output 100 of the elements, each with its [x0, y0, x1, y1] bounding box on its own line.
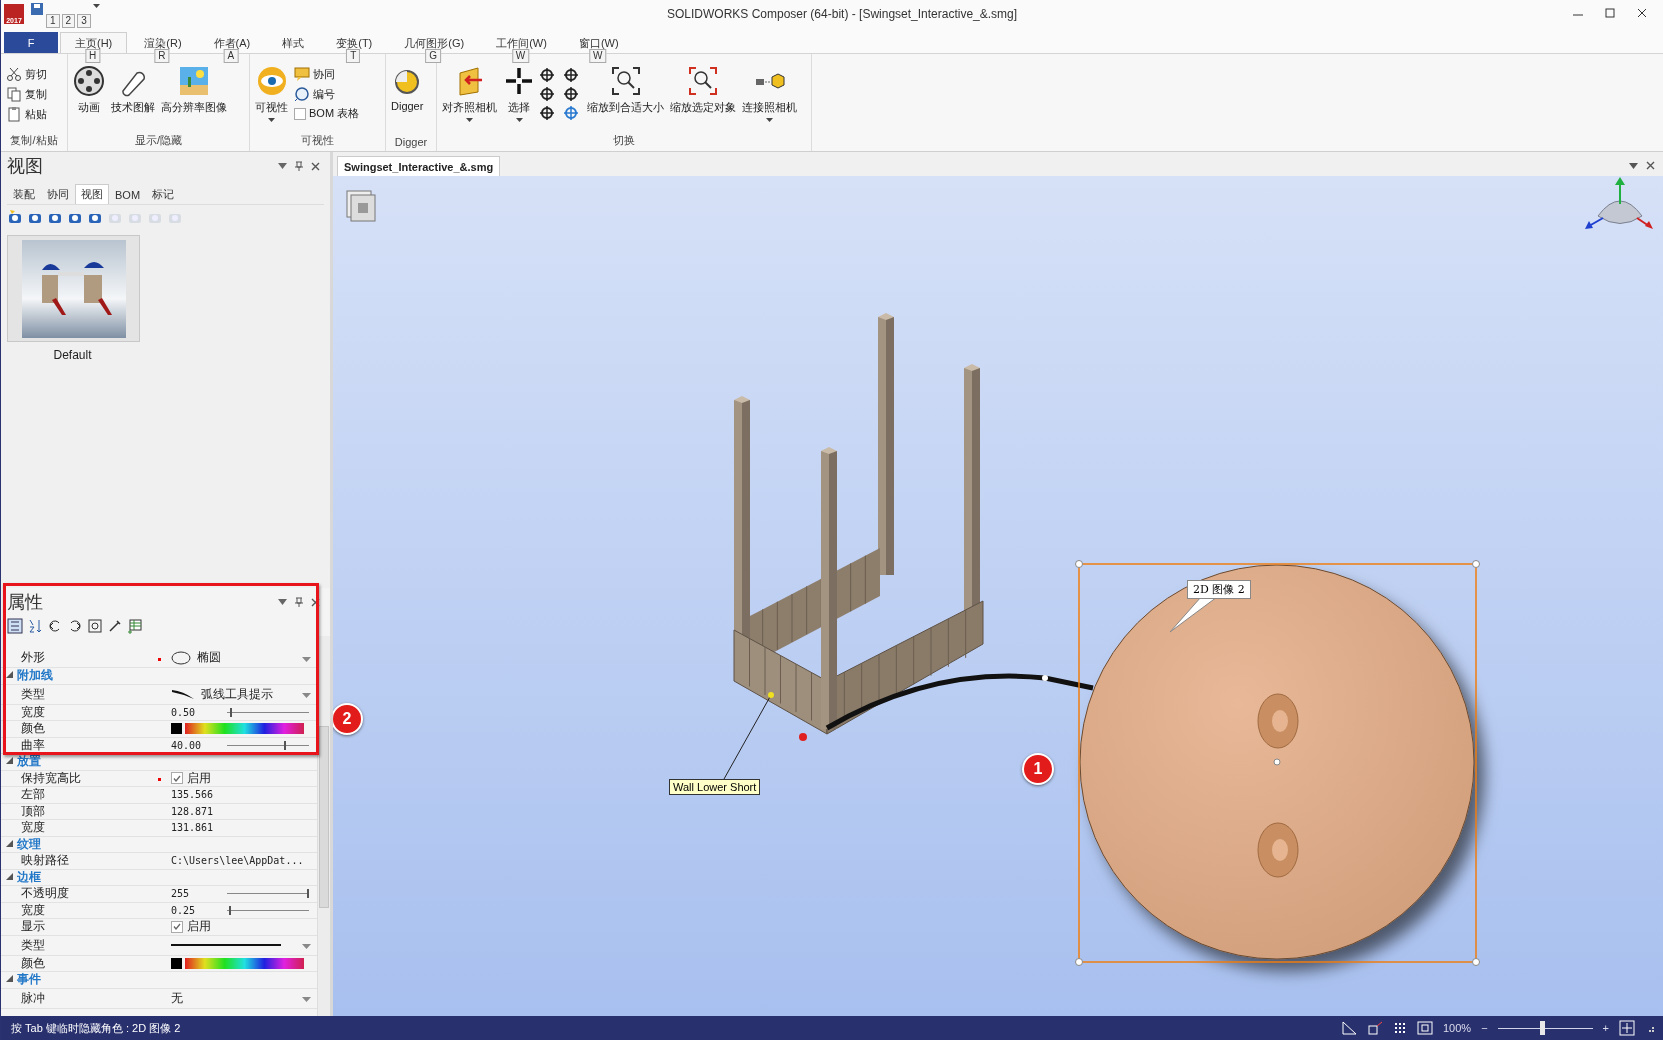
fit-view-icon	[1619, 1020, 1635, 1036]
slider-thumb[interactable]	[283, 740, 286, 750]
ruler-icon	[1341, 1021, 1357, 1035]
panel-tab[interactable]: 标记	[146, 184, 181, 204]
expand-arrow-icon[interactable]	[5, 671, 13, 679]
dropdown-icon	[302, 997, 311, 1002]
anchor-point	[799, 733, 807, 741]
expand-arrow-icon[interactable]	[5, 757, 13, 765]
slider-thumb[interactable]	[307, 889, 310, 899]
keytip: A	[223, 49, 239, 63]
category-label: 边框	[17, 868, 41, 886]
group-label: 复制/粘贴	[9, 133, 59, 148]
callout-pointer	[1169, 596, 1218, 633]
speech-bubble-icon	[294, 66, 310, 82]
expand-arrow-icon[interactable]	[5, 872, 13, 880]
property-label: 宽度	[20, 703, 46, 721]
checkbox[interactable]	[171, 920, 183, 933]
ribbon-button[interactable]: 复制	[4, 85, 49, 103]
camera-icon[interactable]	[7, 209, 23, 225]
ribbon-button[interactable]: 编号	[292, 85, 362, 103]
property-label: 顶部	[20, 802, 46, 820]
dropdown-icon	[302, 656, 311, 662]
ribbon-button[interactable]: 剪切	[4, 65, 49, 83]
sort-az-icon	[27, 618, 43, 634]
dropdown-field[interactable]: 弧线工具提示	[171, 685, 317, 703]
zoom-out-button[interactable]: −	[1481, 1022, 1488, 1034]
scissors-icon	[6, 66, 22, 82]
dropdown-icon	[92, 2, 100, 8]
keytip: R	[154, 49, 170, 63]
ribbon-button[interactable]: 粘贴	[4, 105, 49, 123]
table-add-icon	[127, 618, 143, 634]
property-label: 曲率	[20, 736, 46, 754]
property-label: 类型	[20, 936, 46, 954]
eyedropper-icon	[107, 618, 123, 634]
group-label: 可视性	[300, 133, 335, 148]
ribbon-button[interactable]: 连接照相机	[740, 65, 799, 122]
cube-icon	[1367, 1021, 1383, 1035]
landscape-icon	[178, 65, 210, 97]
color-swatch[interactable]	[171, 723, 182, 735]
close-icon	[1646, 161, 1655, 170]
scrollbar[interactable]	[317, 636, 330, 1016]
clipboard-icon	[6, 106, 22, 122]
ribbon-button[interactable]: 高分辨率图像	[159, 65, 229, 115]
bom-checkbox[interactable]: BOM 表格	[292, 105, 362, 122]
document-tab[interactable]: Swingset_Interactive_&.smg	[337, 156, 501, 176]
property-label: 左部	[20, 786, 46, 804]
ribbon-tab[interactable]: 样式	[267, 32, 320, 53]
pin-icon	[295, 161, 303, 171]
axis-triad-icon[interactable]	[1585, 177, 1653, 229]
keytip: G	[425, 49, 442, 63]
zoom-percent: 100%	[1443, 1022, 1472, 1034]
ribbon-button[interactable]: 可视性	[253, 65, 290, 122]
checkbox[interactable]	[171, 772, 183, 785]
maximize-icon	[1605, 8, 1615, 18]
callout-label: 2D 图像 2	[1187, 580, 1251, 599]
ribbon-button[interactable]: 选择	[501, 65, 537, 122]
property-value: 128.871	[171, 805, 214, 817]
slider-thumb[interactable]	[228, 905, 231, 915]
color-spectrum[interactable]	[185, 957, 304, 969]
panel-tab[interactable]: 装配	[7, 184, 41, 204]
ribbon-button[interactable]: 缩放到合适大小	[585, 65, 666, 115]
property-label: 类型	[20, 685, 46, 703]
reset-icon	[87, 618, 103, 634]
group-label: Digger	[393, 136, 429, 150]
panel-tab[interactable]: 协同	[41, 184, 75, 204]
panel-tab[interactable]: 视图	[75, 184, 109, 204]
ribbon-button[interactable]: 缩放选定对象	[668, 65, 738, 115]
ribbon-button[interactable]: 协同	[292, 65, 362, 83]
zoom-slider-thumb[interactable]	[1540, 1021, 1546, 1035]
property-value: 40.00	[171, 739, 202, 751]
ribbon-button[interactable]: 技术图解	[109, 65, 157, 115]
3d-viewport[interactable]: Wall Lower Short 2D 图像 2 1 2	[333, 176, 1663, 1016]
ribbon-button[interactable]: Digger	[389, 65, 426, 112]
property-value: 0.25	[171, 904, 196, 916]
panel-tab[interactable]: BOM	[109, 184, 147, 204]
file-tab[interactable]: F	[4, 32, 58, 53]
close-icon	[1637, 8, 1647, 18]
dropdown-field[interactable]: 无	[171, 989, 317, 1007]
slider-thumb[interactable]	[230, 707, 233, 717]
property-value: 131.861	[171, 822, 214, 834]
expand-arrow-icon[interactable]	[5, 839, 13, 847]
property-label: 外形	[20, 649, 46, 666]
property-label: 不透明度	[20, 885, 70, 903]
view-label: Default	[52, 348, 93, 362]
dropdown-icon	[1629, 162, 1638, 169]
status-message: 按 Tab 键临时隐藏角色 : 2D 图像 2	[11, 1020, 181, 1036]
group-label: 切换	[612, 133, 636, 148]
expand-arrow-icon[interactable]	[5, 975, 13, 983]
color-spectrum[interactable]	[185, 723, 304, 735]
minimize-icon	[1573, 14, 1583, 16]
view-thumbnail[interactable]	[7, 235, 140, 342]
dropdown-field[interactable]: 椭圆	[171, 649, 317, 666]
property-label: 保持宽高比	[20, 769, 82, 787]
anchor-point	[768, 692, 774, 698]
zoom-in-button[interactable]: +	[1602, 1022, 1609, 1034]
property-label: 映射路径	[20, 852, 70, 870]
ribbon-button[interactable]: 对齐照相机	[440, 65, 499, 122]
crosshair-icon	[503, 65, 535, 97]
color-swatch[interactable]	[171, 957, 182, 969]
ribbon-button[interactable]: 动画	[71, 65, 107, 115]
